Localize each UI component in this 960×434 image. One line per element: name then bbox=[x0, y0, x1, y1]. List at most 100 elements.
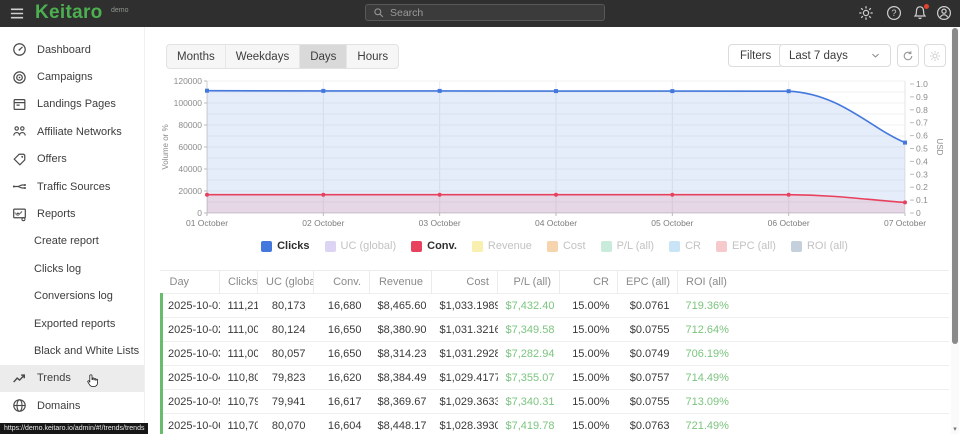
sidebar-item-campaigns[interactable]: Campaigns bbox=[0, 63, 144, 90]
svg-text:40000: 40000 bbox=[178, 164, 202, 174]
dashboard-icon bbox=[12, 42, 27, 57]
column-header-epc-all[interactable]: EPC (all) bbox=[618, 271, 678, 294]
legend-item-p-l-all[interactable]: P/L (all) bbox=[601, 240, 655, 252]
table-cell: 15.00% bbox=[560, 414, 618, 434]
table-row: 2025-10-02111,0080,12416,650$8,380.90$1,… bbox=[162, 318, 950, 342]
refresh-button[interactable] bbox=[897, 44, 919, 67]
sidebar-item-conversions-log[interactable]: Conversions log bbox=[0, 283, 144, 310]
hamburger-menu-icon[interactable] bbox=[9, 6, 25, 21]
table-cell: $1,031.2928 bbox=[432, 342, 498, 366]
sidebar-item-label: Exported reports bbox=[34, 318, 115, 330]
table-cell: 16,604 bbox=[314, 414, 370, 434]
table-cell: $8,448.17 bbox=[370, 414, 432, 434]
svg-text:05 October: 05 October bbox=[651, 218, 693, 228]
table-cell: $0.0755 bbox=[618, 318, 678, 342]
table-cell: $7,282.94 bbox=[498, 342, 560, 366]
filters-button-label: Filters bbox=[740, 50, 771, 62]
table-row: 2025-10-03111,0080,05716,650$8,314.23$1,… bbox=[162, 342, 950, 366]
table-cell: 16,650 bbox=[314, 318, 370, 342]
column-header-roi-all[interactable]: ROI (all) bbox=[678, 271, 950, 294]
scrollbar-thumb[interactable] bbox=[952, 28, 958, 344]
sidebar-item-black-and-white-lists[interactable]: Black and White Lists bbox=[0, 337, 144, 364]
column-header-revenue[interactable]: Revenue bbox=[370, 271, 432, 294]
table-cell: 2025-10-02 bbox=[162, 318, 220, 342]
sidebar-item-landings-pages[interactable]: Landings Pages bbox=[0, 91, 144, 118]
legend-item-revenue[interactable]: Revenue bbox=[472, 240, 532, 252]
table-cell: 111,00 bbox=[220, 342, 258, 366]
legend-swatch bbox=[601, 241, 612, 252]
sidebar-item-offers[interactable]: Offers bbox=[0, 146, 144, 173]
column-header-cost[interactable]: Cost bbox=[432, 271, 498, 294]
column-header-clicks[interactable]: Clicks bbox=[220, 271, 258, 294]
legend-item-roi-all[interactable]: ROI (all) bbox=[791, 240, 848, 252]
account-icon[interactable] bbox=[936, 5, 952, 21]
column-header-conv[interactable]: Conv. bbox=[314, 271, 370, 294]
traffic-sources-icon bbox=[12, 179, 27, 194]
table-cell: $0.0763 bbox=[618, 414, 678, 434]
domains-icon bbox=[12, 398, 27, 413]
table-row: 2025-10-04110,8079,82316,620$8,384.49$1,… bbox=[162, 366, 950, 390]
svg-text:0.1: 0.1 bbox=[916, 195, 928, 205]
legend-label: CR bbox=[685, 240, 701, 252]
table-cell: $0.0755 bbox=[618, 390, 678, 414]
sidebar-item-label: Landings Pages bbox=[37, 98, 116, 110]
scrollbar-down-arrow[interactable]: ▾ bbox=[951, 426, 959, 433]
table-cell: 15.00% bbox=[560, 294, 618, 318]
svg-text:02 October: 02 October bbox=[302, 218, 344, 228]
help-icon[interactable]: ? bbox=[886, 5, 902, 21]
sidebar-item-dashboard[interactable]: Dashboard bbox=[0, 36, 144, 63]
table-cell: $1,029.4177 bbox=[432, 366, 498, 390]
app-logo[interactable]: Keitaro bbox=[35, 2, 103, 24]
table-cell: $8,380.90 bbox=[370, 318, 432, 342]
search-placeholder: Search bbox=[390, 7, 423, 19]
legend-item-clicks[interactable]: Clicks bbox=[261, 240, 309, 252]
table-cell: 16,617 bbox=[314, 390, 370, 414]
keitaro-admin-window: Keitaro demo Search ? DashboardCampaigns… bbox=[0, 0, 960, 434]
trends-chart: 02000040000600008000010000012000000.10.2… bbox=[160, 70, 960, 235]
sidebar-item-trends[interactable]: Trends bbox=[0, 365, 144, 392]
sidebar-item-domains[interactable]: Domains bbox=[0, 392, 144, 419]
column-header-uc-global[interactable]: UC (global) bbox=[258, 271, 314, 294]
demo-badge: demo bbox=[111, 7, 129, 14]
tab-weekdays[interactable]: Weekdays bbox=[225, 45, 299, 68]
column-header-cr[interactable]: CR bbox=[560, 271, 618, 294]
legend-item-cost[interactable]: Cost bbox=[547, 240, 586, 252]
tab-months[interactable]: Months bbox=[167, 45, 225, 68]
legend-item-uc-global[interactable]: UC (global) bbox=[325, 240, 397, 252]
sidebar-item-exported-reports[interactable]: Exported reports bbox=[0, 310, 144, 337]
legend-item-conv[interactable]: Conv. bbox=[411, 240, 457, 252]
legend-swatch bbox=[411, 241, 422, 252]
legend-item-cr[interactable]: CR bbox=[669, 240, 701, 252]
filters-button[interactable]: Filters bbox=[728, 44, 783, 67]
legend-label: UC (global) bbox=[341, 240, 397, 252]
notifications-bell-icon[interactable] bbox=[912, 5, 928, 21]
sidebar-item-label: Clicks log bbox=[34, 263, 81, 275]
sidebar-item-label: Conversions log bbox=[34, 290, 113, 302]
column-header-day[interactable]: Day bbox=[162, 271, 220, 294]
search-input[interactable]: Search bbox=[365, 4, 605, 21]
search-icon bbox=[373, 7, 384, 18]
settings-gear-icon[interactable] bbox=[858, 5, 874, 21]
legend-swatch bbox=[472, 241, 483, 252]
sidebar-item-label: Affiliate Networks bbox=[37, 126, 122, 138]
sidebar-item-clicks-log[interactable]: Clicks log bbox=[0, 255, 144, 282]
svg-text:Volume or %: Volume or % bbox=[161, 124, 170, 169]
date-range-select[interactable]: Last 7 days bbox=[779, 44, 891, 67]
tab-hours[interactable]: Hours bbox=[346, 45, 398, 68]
date-range-value: Last 7 days bbox=[789, 50, 848, 62]
sidebar-item-create-report[interactable]: Create report bbox=[0, 228, 144, 255]
sidebar-item-affiliate-networks[interactable]: Affiliate Networks bbox=[0, 118, 144, 145]
table-row: 2025-10-05110,7979,94116,617$8,369.67$1,… bbox=[162, 390, 950, 414]
column-header-p-l-all[interactable]: P/L (all) bbox=[498, 271, 560, 294]
tab-days[interactable]: Days bbox=[299, 45, 346, 68]
sidebar-item-traffic-sources[interactable]: Traffic Sources bbox=[0, 173, 144, 200]
legend-label: Conv. bbox=[427, 240, 457, 252]
svg-text:0.5: 0.5 bbox=[916, 144, 928, 154]
legend-item-epc-all[interactable]: EPC (all) bbox=[716, 240, 776, 252]
sidebar-item-reports[interactable]: Reports bbox=[0, 200, 144, 227]
page-scrollbar[interactable]: ▾ bbox=[951, 27, 959, 434]
table-cell: 719.36% bbox=[678, 294, 950, 318]
legend-swatch bbox=[547, 241, 558, 252]
chart-settings-button[interactable] bbox=[924, 44, 946, 67]
chevron-down-icon bbox=[870, 50, 881, 61]
